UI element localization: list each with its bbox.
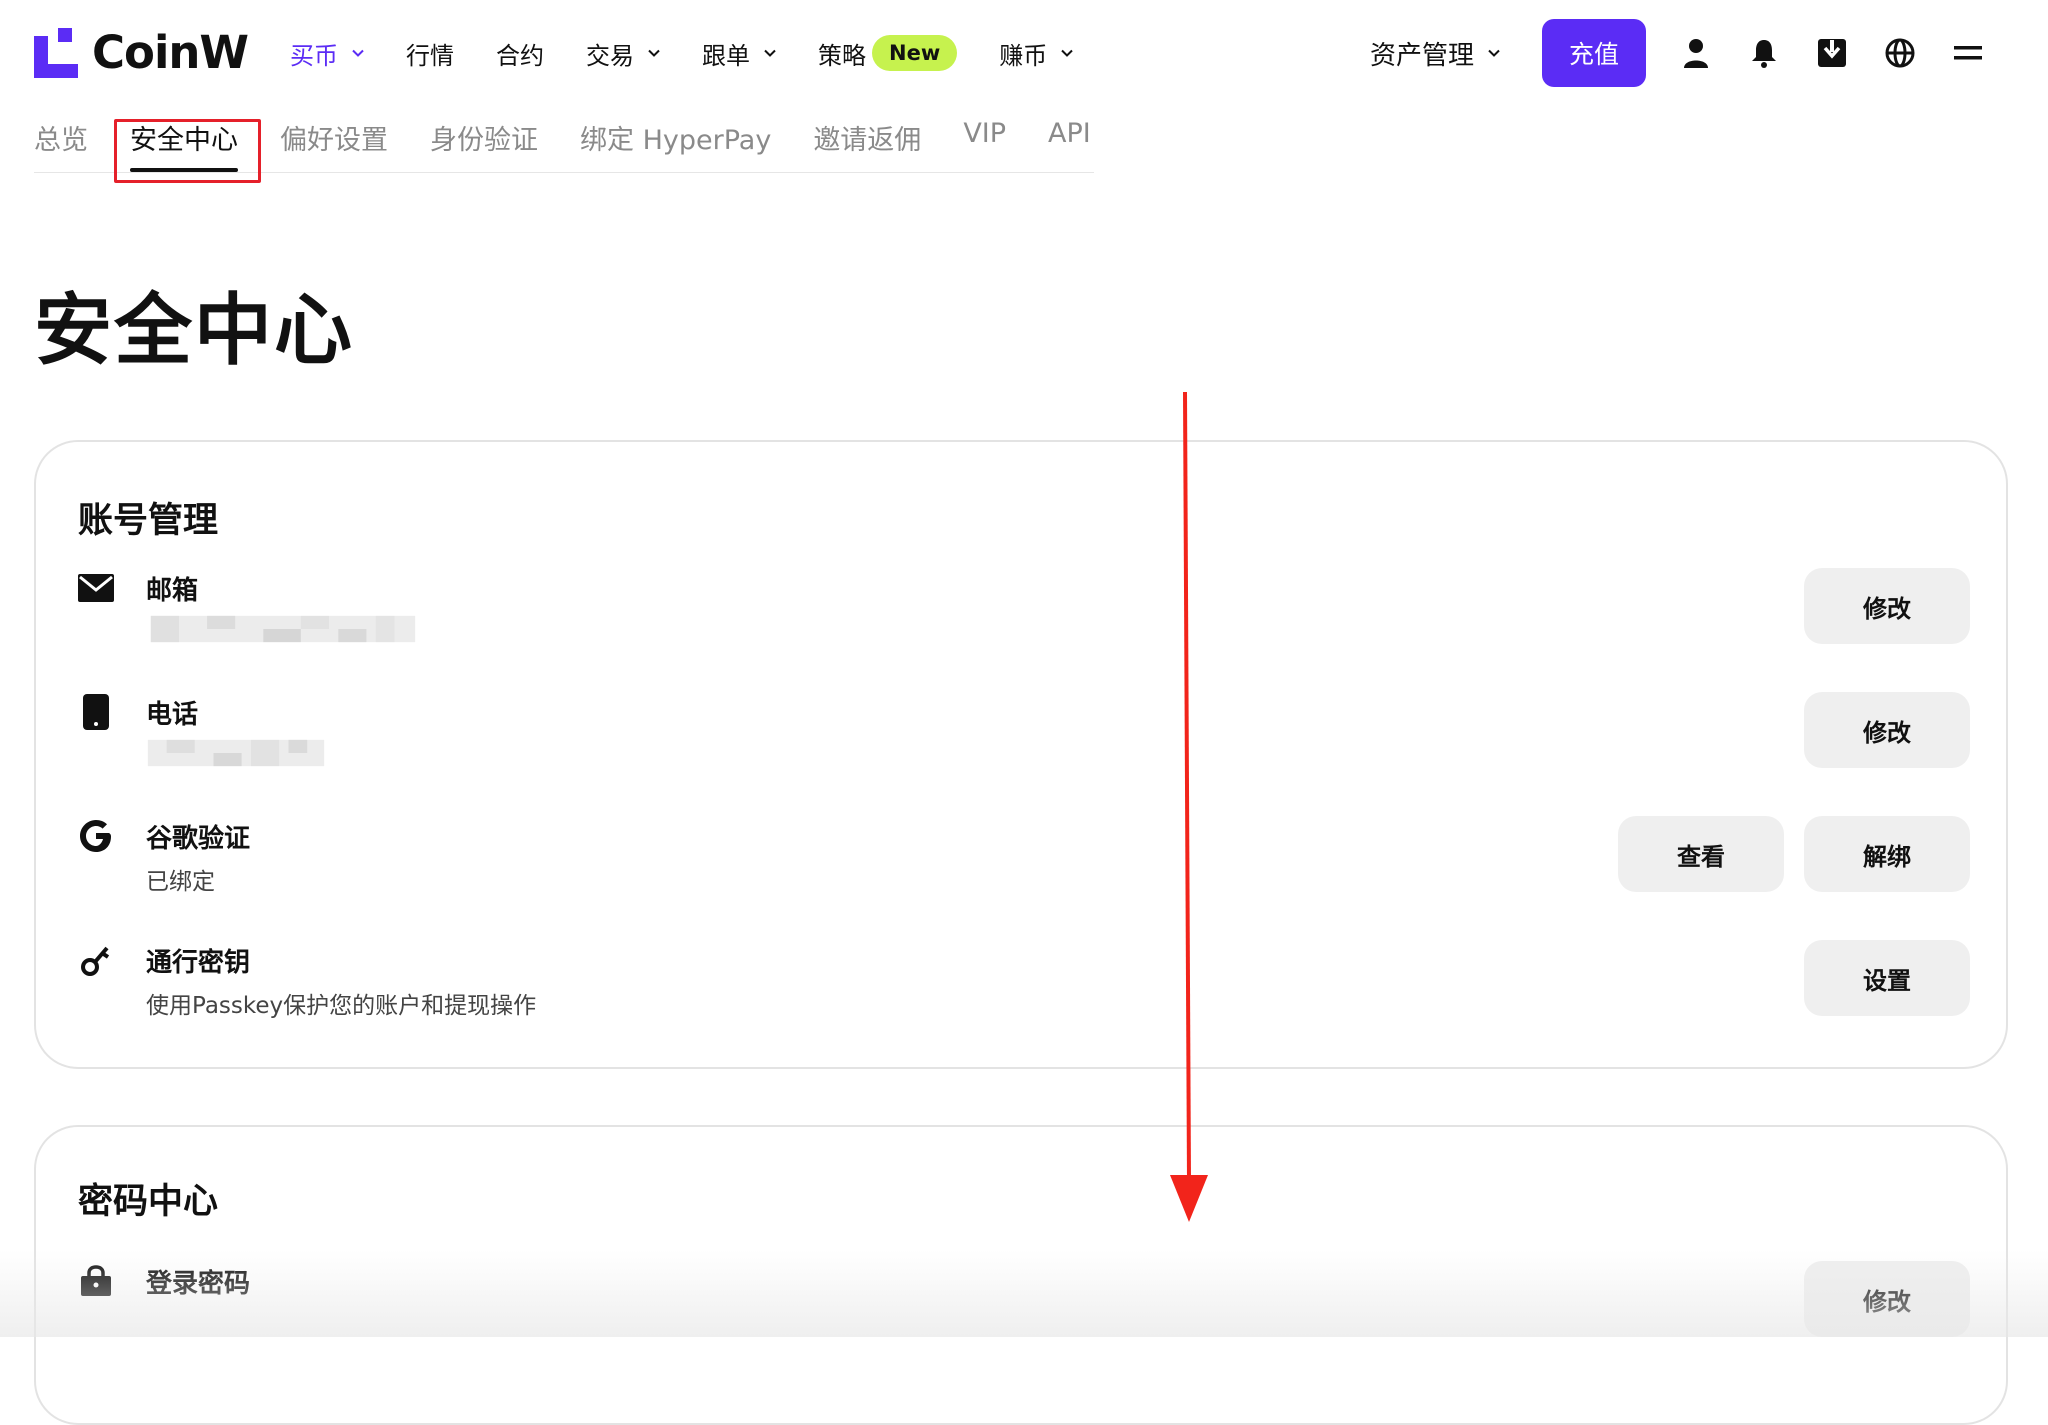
brand-name: CoinW bbox=[92, 26, 249, 79]
top-navbar: CoinW 买币 行情 合约 交易 跟单 策略 New 赚币 资产管理 充值 bbox=[0, 0, 2048, 106]
row-label: 电话 bbox=[146, 700, 199, 730]
tab-label: 总览 bbox=[34, 125, 88, 156]
annotation-highlight-box bbox=[114, 119, 261, 183]
masked-phone-value bbox=[147, 739, 325, 767]
passkey-description: 使用Passkey保护您的账户和提现操作 bbox=[146, 993, 537, 1019]
google-auth-status: 已绑定 bbox=[146, 869, 215, 895]
card-title: 账号管理 bbox=[78, 501, 219, 541]
row-label: 邮箱 bbox=[146, 576, 199, 606]
menu-item-label: 行情 bbox=[406, 41, 454, 70]
menu-item-strategy[interactable]: 策略 New bbox=[818, 35, 958, 71]
tab-api[interactable]: API bbox=[1048, 118, 1091, 166]
row-label: 通行密钥 bbox=[146, 948, 251, 978]
menu-item-label: 策略 bbox=[818, 41, 866, 70]
mail-icon bbox=[78, 570, 114, 606]
setup-passkey-button[interactable]: 设置 bbox=[1804, 940, 1970, 1016]
tab-label: VIP bbox=[963, 118, 1007, 149]
tab-label: 绑定 HyperPay bbox=[580, 125, 772, 156]
menu-item-label: 跟单 bbox=[702, 41, 750, 70]
login-password-row: 登录密码 修改 bbox=[36, 1261, 2006, 1373]
view-google-auth-button[interactable]: 查看 bbox=[1618, 816, 1784, 892]
globe-icon[interactable] bbox=[1882, 35, 1918, 71]
menu-item-label: 交易 bbox=[586, 41, 634, 70]
chevron-down-icon bbox=[1488, 49, 1500, 57]
menu-item-trade[interactable]: 交易 bbox=[586, 36, 660, 71]
coinw-logo[interactable]: CoinW bbox=[34, 26, 249, 79]
phone-icon bbox=[78, 694, 114, 730]
tab-referral[interactable]: 邀请返佣 bbox=[813, 118, 921, 166]
asset-management-menu[interactable]: 资产管理 bbox=[1370, 35, 1500, 72]
tab-overview[interactable]: 总览 bbox=[34, 118, 88, 166]
tab-label: 邀请返佣 bbox=[813, 125, 922, 156]
chevron-down-icon bbox=[352, 49, 364, 57]
menu-item-futures[interactable]: 合约 bbox=[496, 36, 544, 71]
menu-item-label: 买币 bbox=[290, 41, 338, 70]
bell-icon[interactable] bbox=[1746, 35, 1782, 71]
row-label: 登录密码 bbox=[146, 1269, 251, 1299]
edit-login-password-button[interactable]: 修改 bbox=[1804, 1261, 1970, 1337]
phone-row: 电话 修改 bbox=[36, 692, 2006, 804]
tab-label: API bbox=[1048, 118, 1091, 149]
menu-item-buy-crypto[interactable]: 买币 bbox=[290, 36, 364, 71]
main-menu: 买币 行情 合约 交易 跟单 策略 New 赚币 bbox=[290, 30, 1115, 76]
tab-label: 身份验证 bbox=[430, 125, 538, 156]
menu-item-market[interactable]: 行情 bbox=[406, 36, 454, 71]
menu-item-label: 合约 bbox=[496, 41, 544, 70]
menu-item-label: 赚币 bbox=[999, 41, 1048, 70]
chevron-down-icon bbox=[764, 49, 776, 57]
unbind-google-auth-button[interactable]: 解绑 bbox=[1804, 816, 1970, 892]
user-icon[interactable] bbox=[1678, 35, 1714, 71]
page-title: 安全中心 bbox=[34, 286, 355, 376]
asset-management-label: 资产管理 bbox=[1370, 40, 1475, 71]
menu-item-earn[interactable]: 赚币 bbox=[999, 36, 1073, 71]
masked-email-value bbox=[150, 615, 416, 643]
lock-icon bbox=[78, 1263, 114, 1299]
download-icon[interactable] bbox=[1814, 35, 1850, 71]
account-management-card: 账号管理 邮箱 修改 电话 修改 谷歌验证 已绑定 查看 解绑 通行密钥 使用P… bbox=[34, 440, 2008, 1069]
edit-email-button[interactable]: 修改 bbox=[1804, 568, 1970, 644]
email-row: 邮箱 修改 bbox=[36, 568, 2006, 680]
new-badge: New bbox=[872, 35, 958, 71]
edit-phone-button[interactable]: 修改 bbox=[1804, 692, 1970, 768]
tab-vip[interactable]: VIP bbox=[963, 118, 1006, 166]
tab-bind-hyperpay[interactable]: 绑定 HyperPay bbox=[580, 118, 771, 166]
deposit-button[interactable]: 充值 bbox=[1542, 19, 1647, 87]
google-icon bbox=[78, 818, 114, 854]
tab-label: 偏好设置 bbox=[280, 125, 388, 156]
tab-identity-verification[interactable]: 身份验证 bbox=[430, 118, 538, 166]
chevron-down-icon bbox=[1061, 49, 1073, 57]
password-center-card: 密码中心 登录密码 修改 bbox=[34, 1125, 2008, 1425]
google-auth-row: 谷歌验证 已绑定 查看 解绑 bbox=[36, 816, 2006, 928]
key-icon bbox=[78, 942, 114, 978]
tab-preferences[interactable]: 偏好设置 bbox=[280, 118, 388, 166]
row-label: 谷歌验证 bbox=[146, 824, 251, 854]
menu-icon[interactable] bbox=[1950, 35, 1986, 71]
passkey-row: 通行密钥 使用Passkey保护您的账户和提现操作 设置 bbox=[36, 940, 2006, 1052]
nav-right-group: 资产管理 充值 bbox=[1370, 19, 1986, 87]
card-title: 密码中心 bbox=[78, 1182, 219, 1222]
chevron-down-icon bbox=[648, 49, 660, 57]
coinw-logo-mark bbox=[34, 27, 78, 78]
menu-item-copy-trading[interactable]: 跟单 bbox=[702, 36, 776, 71]
